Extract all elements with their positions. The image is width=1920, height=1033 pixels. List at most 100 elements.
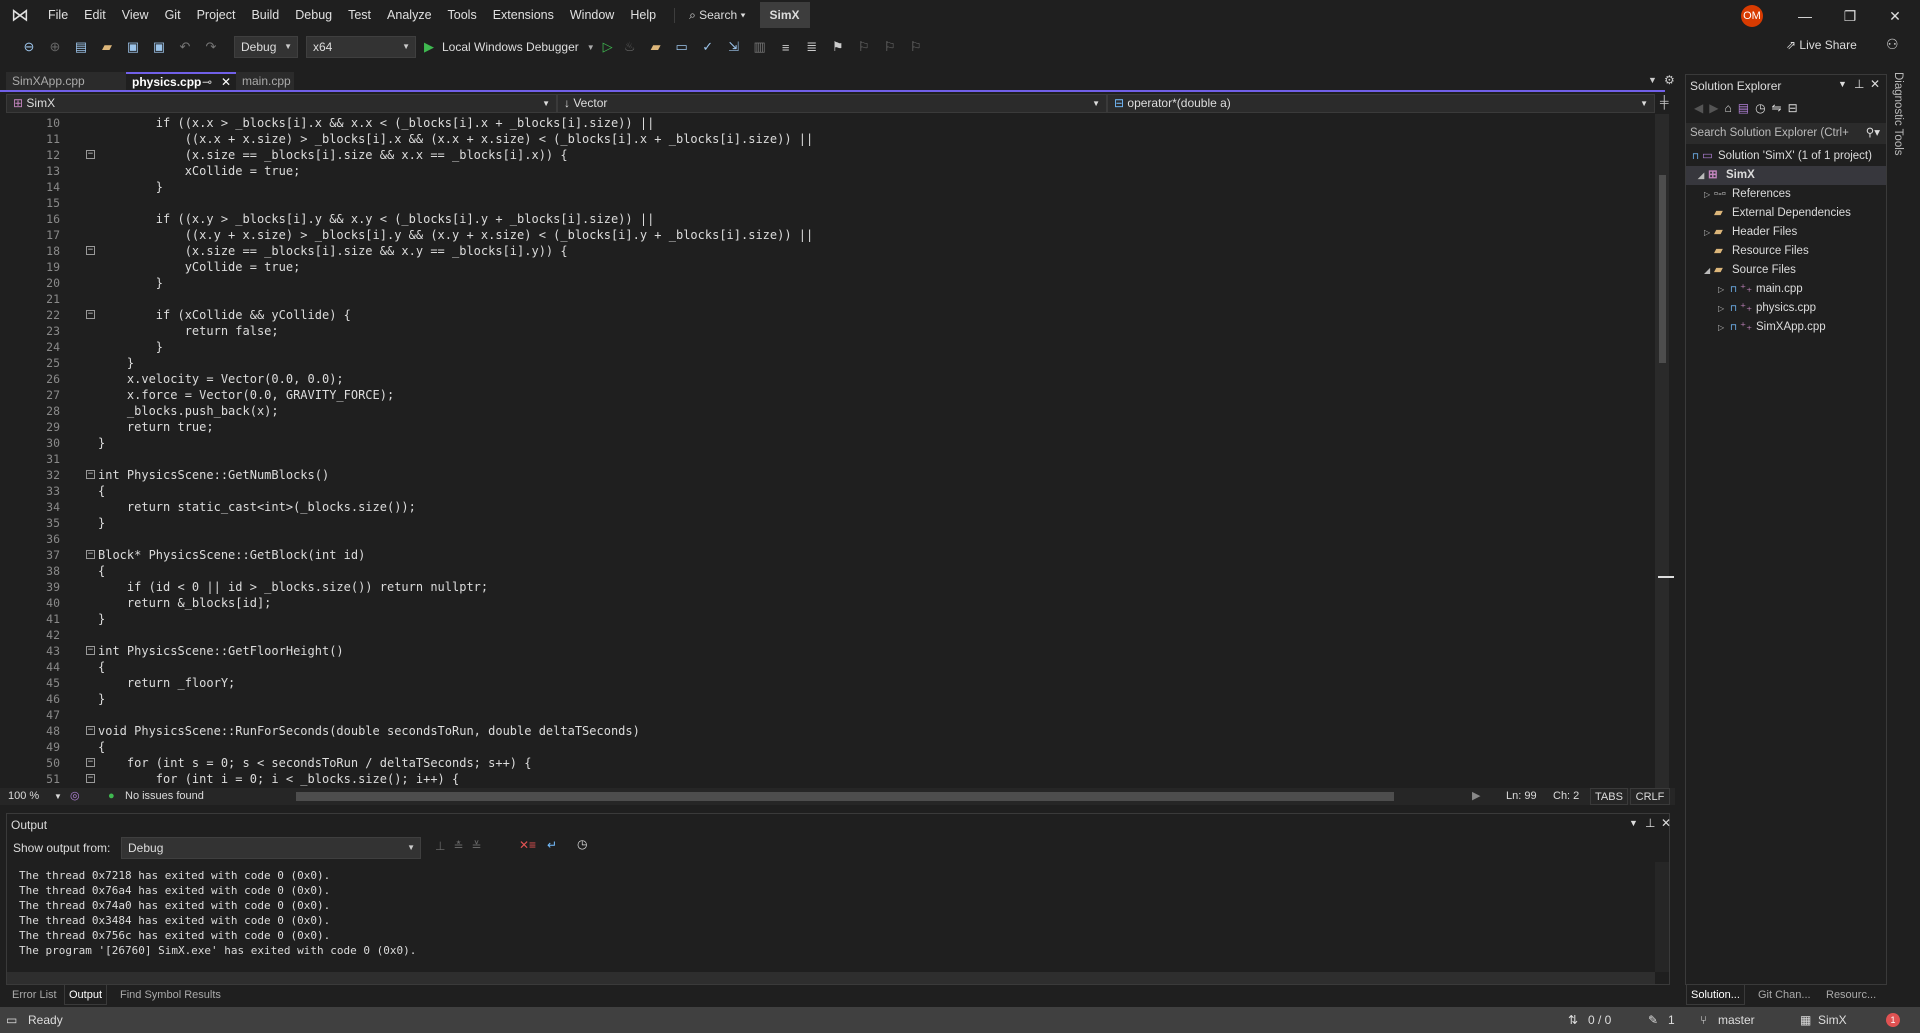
output-horizontal-scrollbar[interactable]: [7, 972, 1655, 984]
pending-changes-count[interactable]: 1: [1668, 1007, 1675, 1033]
prev-bookmark-icon[interactable]: ⚐: [855, 39, 873, 55]
code-line[interactable]: 31: [0, 451, 1655, 467]
tab-main-cpp[interactable]: main.cpp: [236, 72, 294, 90]
tree-item[interactable]: ▷ ⊓ ⁺₊ SimXApp.cpp: [1686, 318, 1886, 337]
tree-item[interactable]: ▷ ⊓ ⁺₊ physics.cpp: [1686, 299, 1886, 318]
code-line[interactable]: 30}: [0, 435, 1655, 451]
code-line[interactable]: 29 return true;: [0, 419, 1655, 435]
tab-simxapp-cpp[interactable]: SimXApp.cpp: [6, 72, 126, 90]
menu-extensions[interactable]: Extensions: [485, 0, 562, 30]
code-line[interactable]: 34 return static_cast<int>(_blocks.size(…: [0, 499, 1655, 515]
scroll-right-icon[interactable]: ▶: [1472, 788, 1480, 805]
code-line[interactable]: 33 {: [0, 483, 1655, 499]
close-panel-icon[interactable]: ✕: [1661, 816, 1671, 830]
home-icon[interactable]: ⌂: [1724, 101, 1737, 115]
code-line[interactable]: 38 {: [0, 563, 1655, 579]
split-editor-icon[interactable]: ╪: [1660, 95, 1669, 109]
switch-views-icon[interactable]: ▤: [1738, 101, 1755, 115]
code-line[interactable]: 47: [0, 707, 1655, 723]
configuration-select[interactable]: Debug ▼: [234, 36, 298, 58]
forward-icon[interactable]: ▶: [1709, 101, 1724, 115]
code-line[interactable]: 17 ((x.y + x.size) > _blocks[i].y && (x.…: [0, 227, 1655, 243]
menu-tools[interactable]: Tools: [440, 0, 485, 30]
output-vertical-scrollbar[interactable]: [1655, 862, 1669, 972]
pin-panel-icon[interactable]: ⊥: [1645, 816, 1655, 830]
find-message-icon[interactable]: ⊥: [435, 839, 453, 853]
code-line[interactable]: 51 − for (int i = 0; i < _blocks.size(); …: [0, 771, 1655, 787]
feedback-icon[interactable]: ⚇: [1886, 36, 1899, 53]
collapse-region-icon[interactable]: −: [86, 774, 95, 783]
user-avatar[interactable]: OM: [1741, 5, 1763, 27]
code-line[interactable]: 46}: [0, 691, 1655, 707]
collapse-arrow-icon[interactable]: ◢: [1704, 261, 1710, 280]
live-share-button[interactable]: ⇗ Live Share: [1786, 38, 1857, 52]
menu-git[interactable]: Git: [157, 0, 189, 30]
timestamp-clock-icon[interactable]: ◷: [577, 837, 587, 851]
sync-status[interactable]: 0 / 0: [1588, 1007, 1611, 1033]
restore-button[interactable]: ❐: [1835, 4, 1865, 28]
code-line[interactable]: 28 _blocks.push_back(x);: [0, 403, 1655, 419]
code-line[interactable]: 19 yCollide = true;: [0, 259, 1655, 275]
collapse-region-icon[interactable]: −: [86, 550, 95, 559]
code-line[interactable]: 18 − (x.size == _blocks[i].size && x.y ==…: [0, 243, 1655, 259]
output-source-select[interactable]: Debug ▼: [121, 837, 421, 859]
save-all-icon[interactable]: ▣: [150, 39, 168, 55]
menu-debug[interactable]: Debug: [287, 0, 340, 30]
find-in-files-icon[interactable]: ▰: [647, 39, 665, 55]
settings-gear-icon[interactable]: ⚙: [1664, 73, 1675, 87]
code-line[interactable]: 43 − int PhysicsScene::GetFloorHeight(): [0, 643, 1655, 659]
menu-window[interactable]: Window: [562, 0, 622, 30]
tab-find-symbol-results[interactable]: Find Symbol Results: [116, 985, 225, 1005]
code-line[interactable]: 12 − (x.size == _blocks[i].size && x.x ==…: [0, 147, 1655, 163]
redo-icon[interactable]: ↷: [202, 39, 220, 55]
collapse-region-icon[interactable]: −: [86, 758, 95, 767]
tab-physics-cpp[interactable]: physics.cpp ⊸ ✕: [126, 72, 236, 90]
new-project-icon[interactable]: ▤: [72, 39, 90, 55]
visual-studio-logo-icon[interactable]: ⋈: [0, 0, 40, 30]
code-line[interactable]: 41}: [0, 611, 1655, 627]
menu-view[interactable]: View: [114, 0, 157, 30]
zoom-dropdown-icon[interactable]: ▼: [54, 788, 62, 805]
code-line[interactable]: 23 return false;: [0, 323, 1655, 339]
se-pin-icon[interactable]: ⊥: [1854, 77, 1864, 91]
code-line[interactable]: 27 x.force = Vector(0.0, GRAVITY_FORCE);: [0, 387, 1655, 403]
menu-project[interactable]: Project: [189, 0, 244, 30]
spell-check-icon[interactable]: ✓: [699, 39, 717, 55]
menu-analyze[interactable]: Analyze: [379, 0, 439, 30]
tree-item[interactable]: ▷ ▫-▫ References: [1686, 185, 1886, 204]
pending-changes-filter-icon[interactable]: ◷: [1755, 101, 1771, 115]
code-line[interactable]: 21: [0, 291, 1655, 307]
code-line[interactable]: 37 − Block* PhysicsScene::GetBlock(int id): [0, 547, 1655, 563]
back-icon[interactable]: ◀: [1694, 101, 1709, 115]
tree-item[interactable]: ▷ ▰ Header Files: [1686, 223, 1886, 242]
tab-error-list[interactable]: Error List: [8, 985, 61, 1005]
collapse-region-icon[interactable]: −: [86, 726, 95, 735]
undo-icon[interactable]: ↶: [176, 39, 194, 55]
code-line[interactable]: 40 return &_blocks[id];: [0, 595, 1655, 611]
tab-git-changes[interactable]: Git Chan...: [1754, 985, 1815, 1005]
expand-arrow-icon[interactable]: ▷: [1718, 299, 1724, 318]
tree-item[interactable]: ▰ Resource Files: [1686, 242, 1886, 261]
code-line[interactable]: 39 if (id < 0 || id > _blocks.size()) re…: [0, 579, 1655, 595]
se-close-icon[interactable]: ✕: [1870, 77, 1880, 91]
collapse-region-icon[interactable]: −: [86, 470, 95, 479]
scope-nav-combo[interactable]: ↓ Vector ▼: [557, 94, 1107, 113]
code-line[interactable]: 25 }: [0, 355, 1655, 371]
collapse-arrow-icon[interactable]: ◢: [1698, 166, 1704, 185]
expand-arrow-icon[interactable]: ▷: [1718, 318, 1724, 337]
expand-arrow-icon[interactable]: ▷: [1718, 280, 1724, 299]
issues-status[interactable]: No issues found: [125, 788, 204, 805]
close-tab-icon[interactable]: ✕: [221, 74, 231, 90]
menu-build[interactable]: Build: [243, 0, 287, 30]
code-line[interactable]: 20 }: [0, 275, 1655, 291]
close-window-button[interactable]: ✕: [1880, 4, 1910, 28]
sync-icon[interactable]: ⇋: [1772, 101, 1788, 115]
collapse-region-icon[interactable]: −: [86, 310, 95, 319]
code-line[interactable]: 24 }: [0, 339, 1655, 355]
code-line[interactable]: 42: [0, 627, 1655, 643]
tab-resource-view[interactable]: Resourc...: [1822, 985, 1880, 1005]
start-without-debugging-icon[interactable]: ▷: [603, 39, 613, 55]
tree-item[interactable]: ▷ ⊓ ⁺₊ main.cpp: [1686, 280, 1886, 299]
layout-icon[interactable]: ▭: [673, 39, 691, 55]
pin-icon[interactable]: ⊸: [202, 74, 212, 90]
